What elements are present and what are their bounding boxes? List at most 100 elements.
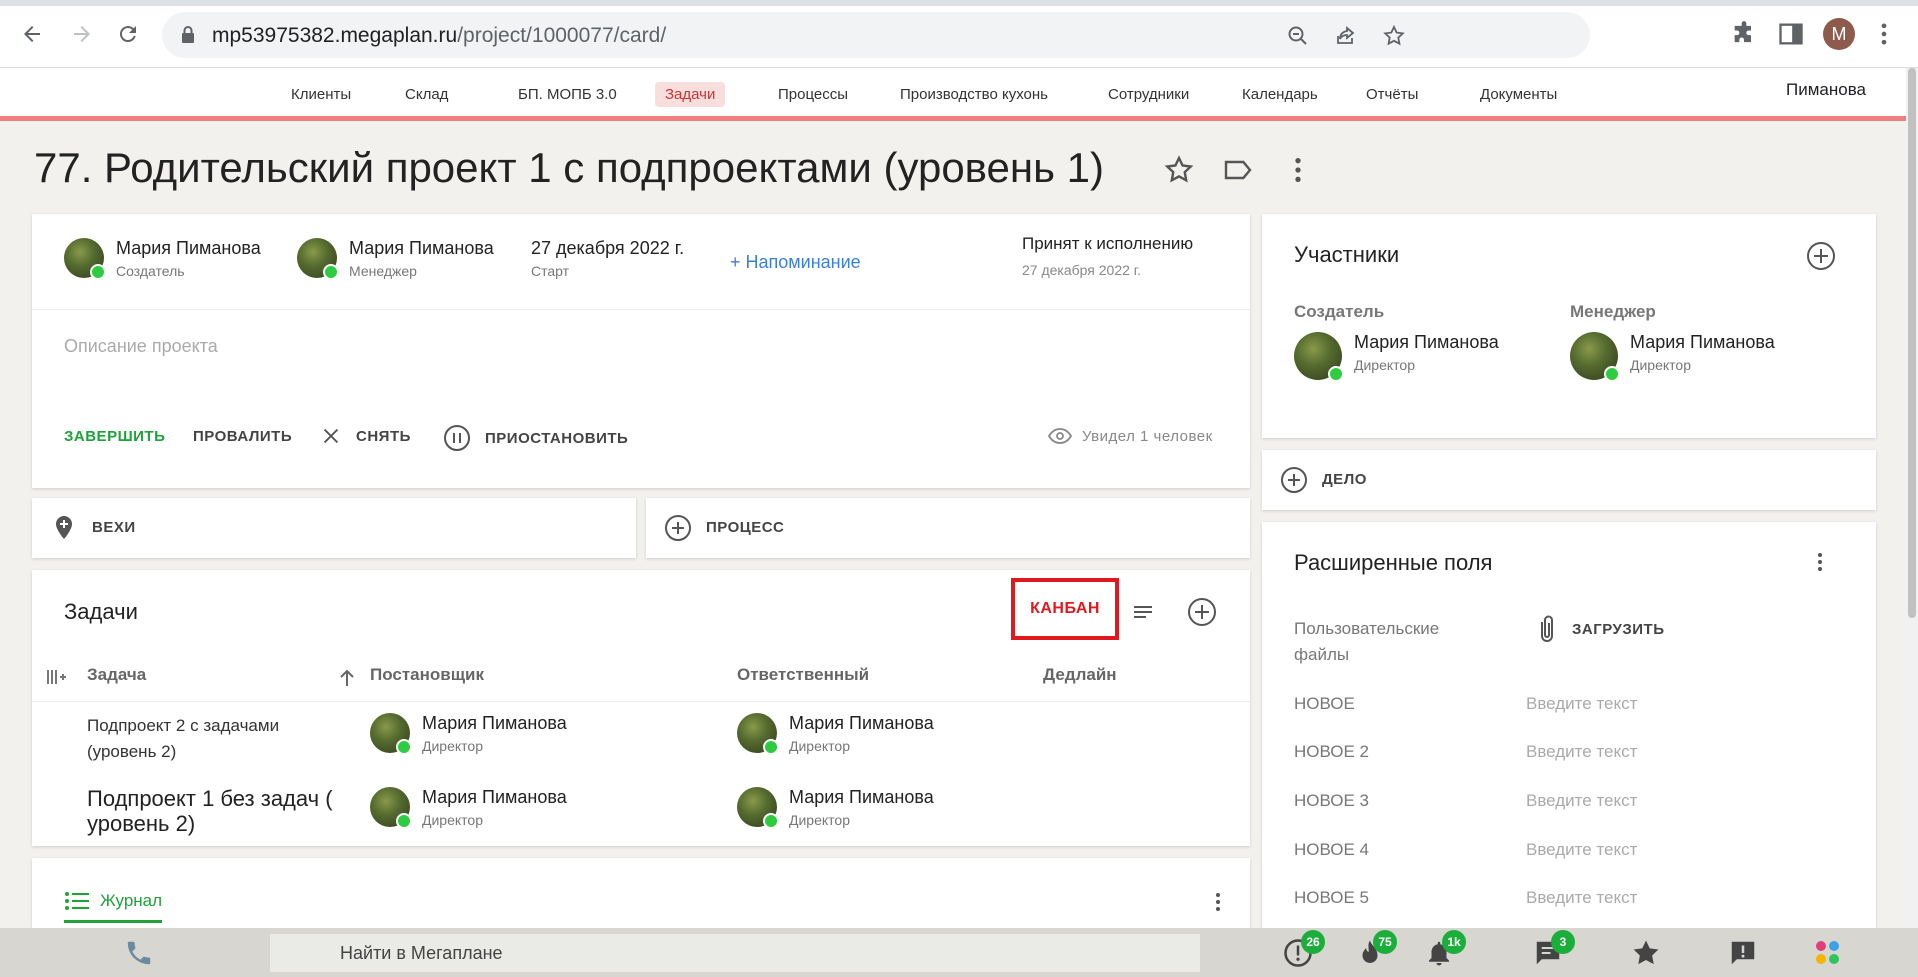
nav-item-reports[interactable]: Отчёты bbox=[1356, 82, 1428, 107]
nav-item-calendar[interactable]: Календарь bbox=[1232, 82, 1328, 107]
complete-button[interactable]: ЗАВЕРШИТЬ bbox=[64, 428, 165, 445]
process-card[interactable]: ПРОЦЕСС bbox=[646, 498, 1250, 558]
more-vertical-icon[interactable] bbox=[1282, 154, 1314, 186]
nav-user[interactable]: Пиманова bbox=[1786, 80, 1866, 100]
nav-item-clients[interactable]: Клиенты bbox=[281, 82, 361, 107]
share-icon[interactable] bbox=[1334, 24, 1358, 48]
scrollbar-thumb[interactable] bbox=[1908, 68, 1916, 618]
messages-button[interactable]: 3 bbox=[1533, 930, 1575, 968]
star-icon[interactable] bbox=[1631, 938, 1661, 968]
start-date-value: 27 декабря 2022 г. bbox=[531, 238, 685, 258]
column-header-task[interactable]: Задача bbox=[87, 665, 146, 685]
add-reminder-link[interactable]: + Напоминание bbox=[730, 252, 861, 273]
task-responsible[interactable]: Мария Пиманова Директор bbox=[737, 787, 934, 829]
field-input[interactable]: Введите текст bbox=[1526, 888, 1637, 908]
feedback-icon[interactable] bbox=[1728, 938, 1758, 968]
column-settings-icon[interactable] bbox=[46, 668, 66, 686]
eye-icon bbox=[1048, 428, 1072, 444]
participants-card: Участники Создатель Менеджер Мария Пиман… bbox=[1262, 214, 1876, 438]
reload-button[interactable] bbox=[110, 16, 146, 52]
manager-person[interactable]: Мария Пиманова Менеджер bbox=[297, 238, 494, 280]
column-header-deadline[interactable]: Дедлайн bbox=[1043, 665, 1117, 685]
deal-card[interactable]: ДЕЛО bbox=[1262, 450, 1876, 510]
nav-item-warehouse[interactable]: Склад bbox=[395, 82, 458, 107]
field-input[interactable]: Введите текст bbox=[1526, 791, 1637, 811]
task-responsible[interactable]: Мария Пиманова Директор bbox=[737, 713, 934, 755]
seen-by[interactable]: Увидел 1 человек bbox=[1048, 427, 1213, 445]
nav-item-tasks[interactable]: Задачи bbox=[655, 82, 726, 107]
nav-item-employees[interactable]: Сотрудники bbox=[1098, 82, 1199, 107]
manager-role: Менеджер bbox=[349, 263, 417, 279]
more-vertical-icon[interactable] bbox=[1206, 890, 1230, 914]
participant-name: Мария Пиманова bbox=[1354, 332, 1499, 352]
url-path: /project/1000077/card/ bbox=[457, 24, 667, 47]
nav-item-kitchen-production[interactable]: Производство кухонь bbox=[890, 82, 1058, 107]
apps-icon[interactable] bbox=[1813, 938, 1843, 968]
nav-item-bp[interactable]: БП. МОПБ 3.0 bbox=[508, 82, 627, 107]
field-input[interactable]: Введите текст bbox=[1526, 742, 1637, 762]
extended-fields-title: Расширенные поля bbox=[1294, 550, 1493, 575]
page-scrollbar[interactable] bbox=[1906, 68, 1918, 928]
project-status[interactable]: Принят к исполнению 27 декабря 2022 г. bbox=[1022, 234, 1193, 278]
phone-icon[interactable] bbox=[124, 938, 154, 968]
app-navigation: Клиенты Склад БП. МОПБ 3.0 Задачи Процес… bbox=[0, 68, 1906, 118]
avatar bbox=[64, 238, 106, 280]
bookmark-star-icon[interactable] bbox=[1382, 24, 1406, 48]
add-task-icon[interactable] bbox=[1187, 597, 1217, 627]
profile-avatar[interactable]: M bbox=[1823, 18, 1855, 50]
description-field[interactable]: Описание проекта bbox=[64, 336, 218, 357]
participants-title: Участники bbox=[1294, 242, 1400, 267]
favorite-star-icon[interactable] bbox=[1163, 154, 1195, 186]
column-header-setter[interactable]: Постановщик bbox=[370, 665, 484, 685]
creator-name: Мария Пиманова bbox=[116, 238, 261, 258]
task-title[interactable]: Подпроект 2 с задачами (уровень 2) bbox=[87, 713, 337, 765]
address-bar[interactable]: mp53975382.megaplan.ru/project/1000077/c… bbox=[162, 12, 1590, 58]
participant-creator[interactable]: Мария Пиманова Директор bbox=[1294, 332, 1499, 382]
nav-item-documents[interactable]: Документы bbox=[1470, 82, 1567, 107]
nav-item-processes[interactable]: Процессы bbox=[768, 82, 858, 107]
field-input[interactable]: Введите текст bbox=[1526, 694, 1637, 714]
forward-button[interactable] bbox=[64, 16, 100, 52]
avatar bbox=[1294, 332, 1344, 382]
participant-manager[interactable]: Мария Пиманова Директор bbox=[1570, 332, 1775, 382]
search-input[interactable]: Найти в Мегаплане bbox=[270, 934, 1200, 972]
field-label: НОВОЕ 2 bbox=[1294, 742, 1370, 761]
extensions-icon[interactable] bbox=[1730, 20, 1758, 48]
start-date[interactable]: 27 декабря 2022 г. Старт bbox=[531, 238, 684, 279]
avatar bbox=[297, 238, 339, 280]
column-header-responsible[interactable]: Ответственный bbox=[737, 665, 869, 685]
more-vertical-icon[interactable] bbox=[1808, 550, 1832, 574]
list-icon bbox=[65, 892, 89, 910]
task-setter[interactable]: Мария Пиманова Директор bbox=[370, 713, 567, 755]
alerts-button[interactable]: 26 bbox=[1283, 930, 1325, 968]
add-participant-icon[interactable] bbox=[1806, 241, 1836, 271]
remove-button[interactable]: СНЯТЬ bbox=[320, 425, 411, 447]
list-lines-icon[interactable] bbox=[1129, 598, 1157, 626]
notifications-button[interactable]: 1k bbox=[1424, 930, 1466, 968]
page-title: 77. Родительский проект 1 с подпроектами… bbox=[34, 144, 1104, 191]
kanban-button[interactable]: КАНБАН bbox=[1011, 578, 1119, 640]
task-setter[interactable]: Мария Пиманова Директор bbox=[370, 787, 567, 829]
journal-card: Журнал bbox=[32, 858, 1250, 928]
hot-button[interactable]: 75 bbox=[1355, 930, 1397, 968]
status-date: 27 декабря 2022 г. bbox=[1022, 262, 1142, 278]
tab-journal[interactable]: Журнал bbox=[64, 890, 163, 923]
pause-label: ПРИОСТАНОВИТЬ bbox=[485, 429, 629, 447]
field-input[interactable]: Введите текст bbox=[1526, 840, 1637, 860]
creator-label: Создатель bbox=[1294, 302, 1385, 321]
task-title[interactable]: Подпроект 1 без задач ( уровень 2) bbox=[87, 786, 357, 836]
sort-arrow-up-icon[interactable] bbox=[337, 668, 357, 688]
pause-button[interactable]: ПРИОСТАНОВИТЬ bbox=[443, 424, 628, 452]
milestones-card[interactable]: ВЕХИ bbox=[32, 498, 636, 558]
menu-dots-icon[interactable] bbox=[1870, 20, 1898, 48]
side-panel-icon[interactable] bbox=[1777, 20, 1805, 48]
arrow-right-icon bbox=[74, 26, 90, 42]
fail-button[interactable]: ПРОВАЛИТЬ bbox=[193, 428, 292, 445]
location-pin-add-icon bbox=[56, 516, 72, 539]
tag-icon[interactable] bbox=[1222, 154, 1254, 186]
creator-person[interactable]: Мария Пиманова Создатель bbox=[64, 238, 261, 280]
setter-role: Директор bbox=[422, 738, 483, 754]
back-button[interactable] bbox=[14, 16, 50, 52]
upload-button[interactable]: ЗАГРУЗИТЬ bbox=[1536, 614, 1665, 644]
zoom-out-icon[interactable] bbox=[1286, 24, 1310, 48]
